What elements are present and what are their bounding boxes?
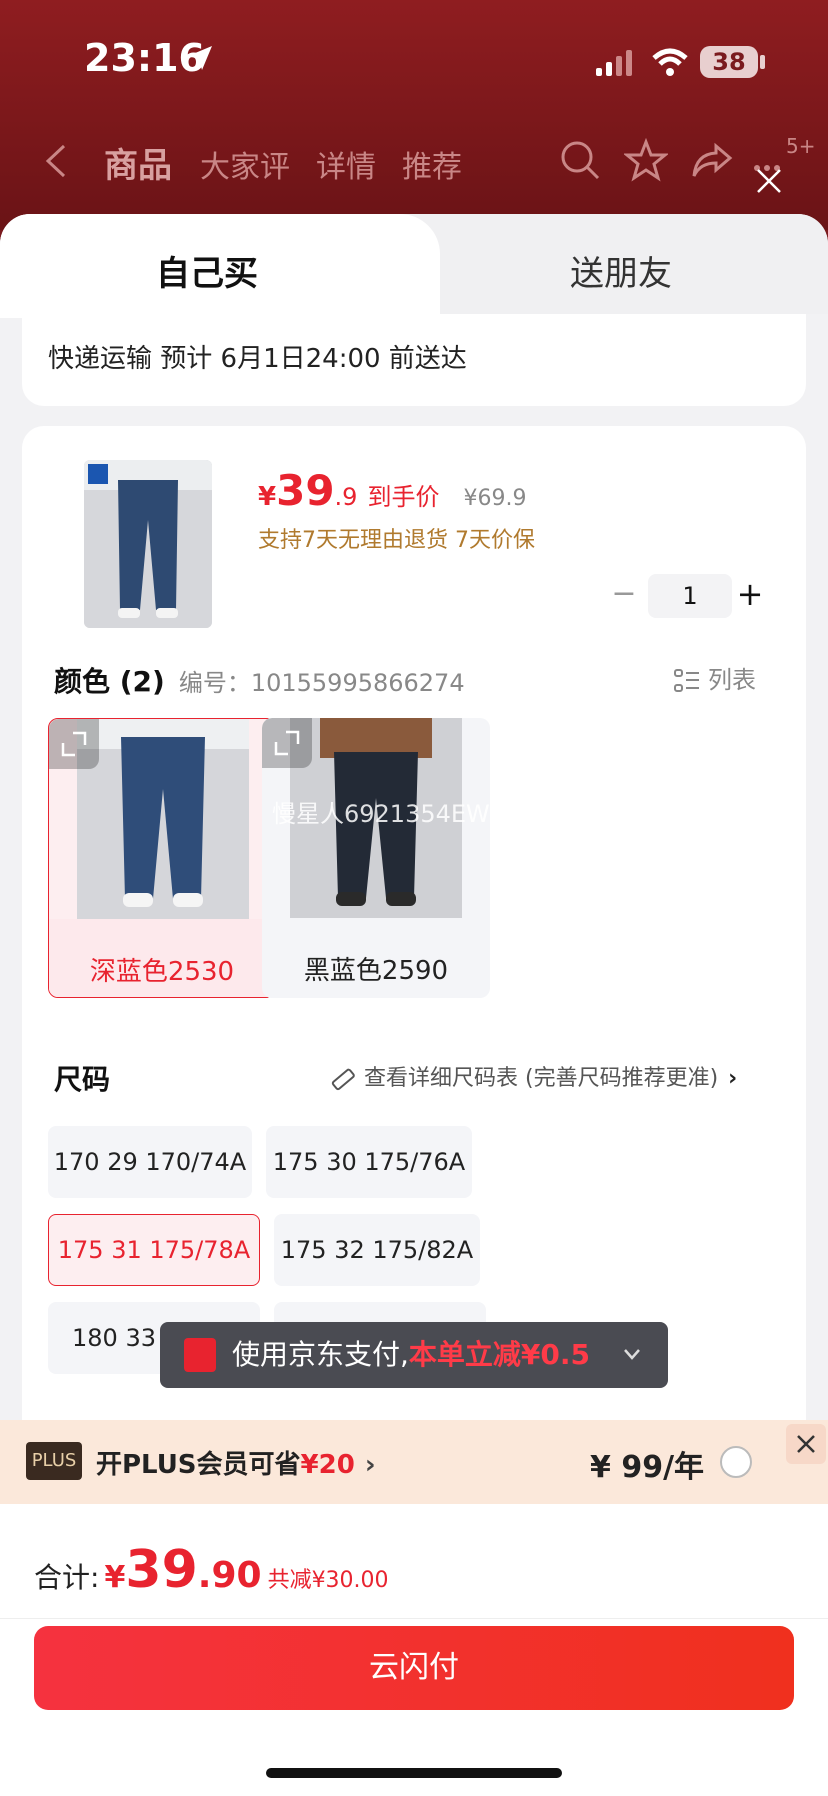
plus-membership-bar[interactable]: PLUS 开PLUS会员可省¥20 › ¥ 99/年 (0, 1420, 828, 1504)
total-label: 合计: (34, 1561, 100, 1594)
chevron-right-icon: › (364, 1450, 376, 1480)
toast-text: 使用京东支付, (232, 1338, 409, 1371)
swatch-image (77, 719, 249, 919)
favorite-star-icon[interactable] (624, 138, 668, 182)
nav-tab-details[interactable]: 详情 (316, 142, 376, 186)
size-option-selected[interactable]: 175 31 175/78A (48, 1214, 260, 1286)
close-icon[interactable] (786, 1424, 826, 1464)
size-title: 尺码 (54, 1063, 111, 1096)
list-icon (674, 669, 699, 692)
price-decimal: .9 (334, 483, 358, 511)
price-integer: 39 (276, 466, 335, 515)
plus-badge: PLUS (26, 1442, 82, 1480)
search-icon[interactable] (558, 138, 602, 182)
total-symbol: ¥ (104, 1560, 126, 1595)
chevron-right-icon: › (728, 1066, 738, 1091)
nav-tab-reviews[interactable]: 大家评 (200, 142, 290, 186)
size-option[interactable]: 170 29 170/74A (48, 1126, 252, 1198)
watermark-text: 慢星人6921354EW (272, 800, 490, 828)
divider (0, 1618, 828, 1619)
color-option-black-blue[interactable]: 黑蓝色2590 (262, 718, 490, 998)
color-option-label: 黑蓝色2590 (303, 956, 449, 986)
plus-price: ¥ 99/年 (590, 1450, 705, 1485)
toast-discount: 本单立减¥0.5 (408, 1338, 590, 1371)
expand-image-icon[interactable] (49, 719, 99, 769)
original-price: ¥69.9 (463, 486, 527, 511)
size-guide-link[interactable]: 查看详细尺码表 (完善尺码推荐更准) › (330, 1060, 737, 1092)
total-row: 合计: ¥39.90 共减¥30.00 (34, 1540, 389, 1600)
color-title: 颜色 (2) (54, 665, 165, 698)
list-toggle-label: 列表 (708, 666, 756, 694)
battery-indicator: 38 (700, 46, 758, 78)
total-decimal: .90 (197, 1555, 262, 1596)
chevron-down-icon (624, 1349, 640, 1360)
delivery-estimate: 快递运输 预计 6月1日24:00 前送达 (48, 344, 467, 374)
dark-blue-jeans-icon (77, 719, 249, 919)
quantity-stepper: − 1 + (606, 574, 763, 618)
wifi-icon (652, 48, 688, 76)
quantity-increase-button[interactable]: + (732, 574, 768, 618)
tab-self-buy-label: 自己买 (156, 254, 258, 294)
plus-savings: ¥20 (300, 1450, 355, 1480)
home-indicator (266, 1768, 562, 1778)
size-guide-label: 查看详细尺码表 (完善尺码推荐更准) (364, 1066, 719, 1091)
ruler-icon (331, 1068, 355, 1091)
purchase-mode-tabs: 自己买 送朋友 (0, 214, 828, 318)
more-badge: 5+ (786, 134, 816, 158)
product-code: 编号：10155995866274 (178, 669, 465, 697)
total-savings: 共减¥30.00 (267, 1568, 389, 1593)
price-symbol: ¥ (258, 482, 277, 512)
color-header: 颜色 (2) 编号：10155995866274 (54, 660, 465, 700)
service-guarantee: 支持7天无理由退货 7天价保 (258, 528, 535, 553)
color-option-label: 深蓝色2530 (89, 957, 235, 987)
quantity-decrease-button[interactable]: − (606, 574, 642, 618)
list-view-toggle[interactable]: 列表 (674, 660, 756, 695)
jeans-image-icon (84, 460, 212, 628)
color-option-dark-blue[interactable]: 深蓝色2530 (48, 718, 276, 998)
back-icon[interactable] (44, 144, 68, 178)
total-integer: 39 (125, 1540, 198, 1600)
jd-pay-promo-toast[interactable]: 使用京东支付,本单立减¥0.5 (160, 1322, 668, 1388)
jd-pay-icon (184, 1338, 216, 1372)
tab-gift-friend[interactable]: 送朋友 (570, 246, 672, 295)
battery-tip (760, 55, 765, 69)
size-option[interactable]: 175 32 175/82A (274, 1214, 480, 1286)
nav-tab-product[interactable]: 商品 (104, 138, 172, 187)
expand-image-icon[interactable] (262, 718, 312, 768)
plus-select-radio[interactable] (720, 1446, 752, 1478)
delivery-card: 快递运输 预计 6月1日24:00 前送达 (22, 314, 806, 406)
product-nav-bar: 商品 大家评 详情 推荐 5+ (0, 130, 828, 190)
checkout-footer: 合计: ¥39.90 共减¥30.00 云闪付 (0, 1504, 828, 1796)
product-thumbnail[interactable] (84, 460, 212, 628)
pay-button[interactable]: 云闪付 (34, 1626, 794, 1710)
plus-promo-text: 开PLUS会员可省¥20 › (96, 1444, 376, 1481)
quantity-input[interactable]: 1 (648, 574, 732, 618)
size-option[interactable]: 175 30 175/76A (266, 1126, 472, 1198)
cellular-signal-icon (596, 50, 632, 76)
location-arrow-icon (188, 46, 212, 70)
nav-tab-recommend[interactable]: 推荐 (402, 142, 462, 186)
price-tag: 到手价 (367, 483, 440, 511)
plus-promo-label: 开PLUS会员可省 (96, 1450, 301, 1480)
price-row: ¥39.9 到手价 ¥69.9 (258, 466, 526, 515)
close-sheet-icon[interactable] (754, 166, 784, 196)
share-icon[interactable] (690, 138, 734, 182)
status-bar: 23:16 38 (0, 0, 828, 120)
